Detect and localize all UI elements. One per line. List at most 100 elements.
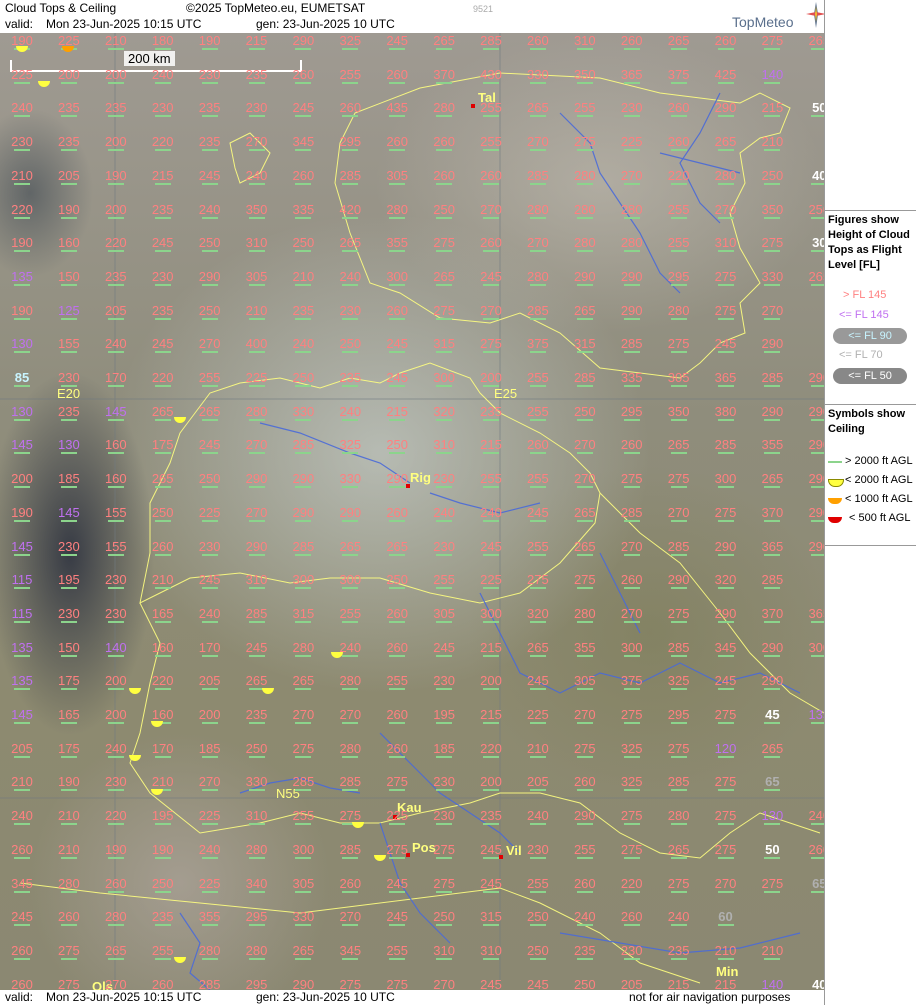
- ceiling-marker: [14, 115, 30, 118]
- cloud-top-value: 275: [379, 978, 415, 990]
- cloud-top-value: 285: [480, 33, 502, 50]
- cloud-top-value: 260: [480, 167, 502, 185]
- cloud-top-value: 280: [245, 841, 268, 859]
- ceiling-marker: [623, 115, 640, 118]
- cloud-top-value: 250: [292, 370, 315, 387]
- cloud-top-value: 285: [339, 774, 362, 792]
- ceiling-marker: [529, 553, 546, 556]
- cloud-top-value: 265: [433, 33, 455, 50]
- cloud-top-value: 270: [480, 302, 502, 320]
- cloud-top-value: 240: [667, 909, 690, 927]
- cloud-top-value: 255: [573, 841, 596, 859]
- ceiling-marker: [529, 890, 546, 893]
- cloud-top-value: 315: [292, 605, 315, 623]
- cloud-top-value: 200: [104, 707, 127, 724]
- ceiling-marker: [107, 587, 124, 590]
- ceiling-marker: [389, 149, 406, 152]
- cloud-top-value: 210: [104, 33, 127, 50]
- ceiling-marker: [14, 856, 30, 859]
- cloud-top-value: 255: [573, 100, 596, 118]
- cloud-top-value: 280: [620, 235, 643, 253]
- ceiling-marker: [436, 182, 453, 185]
- cloud-top-value: 300: [292, 841, 315, 859]
- cloud-top-value: 300: [801, 641, 824, 657]
- ceiling-marker: [389, 688, 406, 691]
- cloud-top-value: 230: [58, 370, 80, 387]
- cloud-top-value: 65: [764, 774, 781, 792]
- ceiling-marker: [154, 48, 171, 50]
- ceiling-marker: [623, 283, 640, 286]
- ceiling-marker: [389, 182, 406, 185]
- cloud-top-value: 290: [761, 673, 784, 691]
- ceiling-marker: [342, 957, 359, 960]
- ceiling-marker: [14, 722, 30, 724]
- ceiling-marker: [107, 924, 124, 927]
- ceiling-marker: [623, 149, 640, 152]
- cloud-top-value: 325: [339, 33, 362, 50]
- ceiling-marker: [107, 317, 124, 320]
- cloud-top-value: 270: [198, 774, 221, 792]
- cloud-top-value: 265: [801, 34, 824, 50]
- ceiling-marker: [576, 182, 593, 185]
- cloud-top-value: 350: [667, 403, 690, 421]
- ceiling-marker: [201, 823, 218, 826]
- satellite-map[interactable]: 200 km E20 E25 N55 Tal Rig Kau Pos Vil M…: [0, 33, 824, 990]
- cloud-top-value: 265: [761, 471, 784, 489]
- cloud-top-value: 280: [667, 302, 690, 320]
- cloud-top-value: 250: [761, 167, 784, 185]
- cloud-top-value: 265: [339, 538, 362, 556]
- ceiling-marker: [342, 418, 359, 421]
- ceiling-marker: [295, 890, 312, 893]
- cloud-top-value: 220: [667, 167, 690, 185]
- ceiling-marker: [717, 452, 734, 455]
- cloud-top-value: 310: [245, 572, 268, 590]
- cloud-top-value: 210: [527, 740, 549, 758]
- ceiling-marker: [295, 654, 312, 657]
- cloud-top-value: 380: [714, 403, 737, 421]
- cloud-top-value: 285: [292, 538, 315, 556]
- cloud-top-value: 265: [667, 437, 690, 455]
- cloud-top-value: 270: [198, 336, 221, 354]
- cloud-top-value: 185: [58, 471, 80, 489]
- cloud-top-value: 240: [339, 268, 362, 286]
- cloud-top-value: 160: [58, 235, 80, 253]
- ceiling-marker: [436, 688, 453, 691]
- ceiling-marker: [670, 149, 687, 152]
- ceiling-marker: [483, 182, 499, 185]
- cloud-top-value: 275: [714, 841, 737, 859]
- ceiling-marker: [576, 149, 593, 152]
- cloud-top-value: 260: [573, 774, 596, 792]
- cloud-top-value: 275: [620, 471, 643, 489]
- legend-ceiling-below-500-swatch: [828, 517, 842, 523]
- cloud-top-value: 275: [667, 471, 690, 489]
- ceiling-marker: [60, 351, 77, 354]
- ceiling-marker: [670, 182, 687, 185]
- cloud-top-value: 245: [386, 875, 409, 893]
- cloud-top-value: 325: [620, 774, 643, 792]
- cloud-top-value: 270: [761, 302, 784, 320]
- ceiling-marker: [342, 856, 359, 859]
- ceiling-marker: [342, 385, 359, 387]
- cloud-top-value: 290: [620, 268, 643, 286]
- ceiling-marker: [295, 283, 312, 286]
- ceiling-marker: [529, 149, 546, 152]
- ceiling-marker: [389, 317, 406, 320]
- cloud-top-value: 265: [339, 235, 362, 253]
- legend-ceiling-above-2000: > 2000 ft AGL: [845, 455, 913, 467]
- ceiling-marker: [107, 553, 124, 556]
- cloud-top-value: 275: [620, 808, 643, 826]
- ceiling-marker: [670, 755, 687, 758]
- cloud-top-value: 260: [11, 942, 33, 960]
- ceiling-marker: [811, 283, 824, 286]
- ceiling-marker: [811, 654, 824, 657]
- ceiling-marker: [201, 182, 218, 185]
- ceiling-marker: [623, 182, 640, 185]
- cloud-top-value: 290: [245, 538, 268, 556]
- cloud-top-value: 245: [292, 100, 315, 118]
- cloud-top-value: 275: [667, 336, 690, 354]
- cloud-top-value: 290: [801, 540, 824, 556]
- ceiling-marker: [623, 688, 640, 691]
- legend-ceiling-below-2000: < 2000 ft AGL: [845, 474, 913, 486]
- cloud-top-value: 300: [620, 639, 643, 657]
- cloud-top-value: 235: [480, 808, 502, 826]
